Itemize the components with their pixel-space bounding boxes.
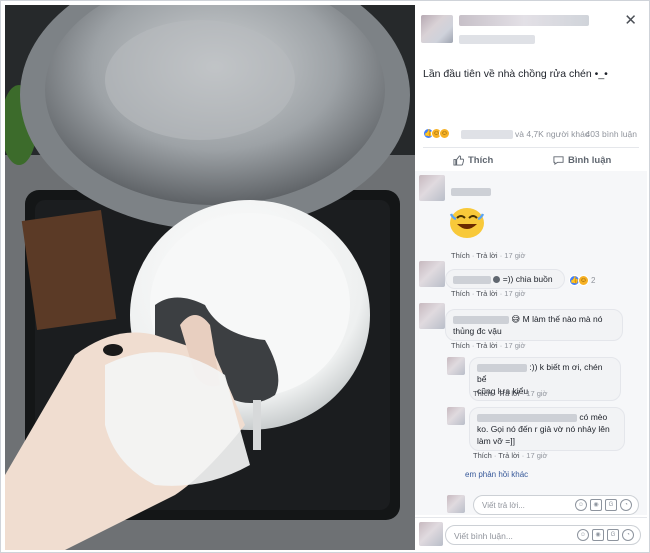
comment-icon: [553, 156, 564, 166]
reply-reply-link[interactable]: Trả lời: [498, 451, 519, 460]
comment-bubble: =)) chia buồn: [445, 269, 565, 289]
replier-avatar[interactable]: [447, 357, 465, 375]
comment-like-link[interactable]: Thích: [451, 289, 470, 298]
wow-reaction-icon: ☺: [439, 128, 450, 140]
comment-text-line1: M làm thế nào mà nó: [522, 314, 603, 324]
reply-time: 17 giờ: [526, 451, 548, 460]
comment-time: 17 giờ: [504, 251, 526, 260]
comment-meta: Thích · Trả lời · 17 giờ: [451, 289, 526, 298]
comment-reply-link[interactable]: Trả lời: [476, 341, 497, 350]
reply-text-line3: làm vỡ =]]: [477, 436, 515, 446]
comment-time: 17 giờ: [504, 341, 526, 350]
reactions-summary[interactable]: 👍☺☺ và 4,7K người khác 403 bình luận: [423, 127, 639, 143]
comment-meta: Thích · Trả lời · 17 giờ: [451, 251, 526, 260]
camera-icon[interactable]: ◉: [592, 529, 604, 541]
comment-placeholder: Viết bình luận...: [454, 531, 513, 541]
post-side-panel: ✕ Lần đầu tiên về nhà chồng rửa chén •_•…: [415, 5, 647, 550]
reply-meta: Thích · Trả lời · 17 giờ: [473, 389, 548, 398]
comment-like-link[interactable]: Thích: [451, 251, 470, 260]
sticker-icon[interactable]: ◔: [620, 499, 632, 511]
commenter-avatar[interactable]: [419, 261, 445, 287]
divider: [423, 147, 639, 148]
reply-reply-link[interactable]: Trả lời: [498, 389, 519, 398]
reply-bubble: có mèo ko. Gọi nó đến r giả vờ nó nhảy l…: [469, 407, 625, 451]
haha-reaction-icon: ☺: [578, 275, 589, 286]
reply-input-icons: ☺ ◉ G ◔: [575, 499, 632, 511]
comment-text-line2: thủng đc vậu: [453, 326, 502, 336]
reply-time: 17 giờ: [526, 389, 548, 398]
replier-name-blurred[interactable]: [477, 363, 527, 372]
comment-reply-link[interactable]: Trả lời: [476, 289, 497, 298]
comment-text: =)) chia buồn: [502, 274, 553, 284]
current-user-avatar: [419, 522, 443, 546]
post-meta-blurred: [459, 35, 535, 44]
gif-icon[interactable]: G: [607, 529, 619, 541]
comment-button[interactable]: Bình luận: [553, 155, 611, 166]
comment-count[interactable]: 403 bình luận: [585, 129, 637, 139]
post-caption: Lần đầu tiên về nhà chồng rửa chén •_•: [423, 68, 608, 80]
comment-reaction-count: 2: [591, 276, 596, 285]
post-photo[interactable]: [5, 5, 415, 550]
verified-icon: [493, 276, 501, 284]
smile-icon[interactable]: ☺: [575, 499, 587, 511]
commenter-name-blurred[interactable]: [453, 315, 509, 324]
commenter-avatar[interactable]: [419, 303, 445, 329]
dish-photo-illustration: [5, 5, 415, 550]
current-user-avatar: [447, 495, 465, 513]
reply-text-line2: ko. Gọi nó đến r giả vờ nó nhảy lên: [477, 424, 610, 434]
comment-meta: Thích · Trả lời · 17 giờ: [451, 341, 526, 350]
laughing-sticker-icon: [449, 208, 485, 238]
replier-avatar[interactable]: [447, 407, 465, 425]
comment-reply-link[interactable]: Trả lời: [476, 251, 497, 260]
reply-text-line1: có mèo: [579, 412, 608, 422]
comment-like-link[interactable]: Thích: [451, 341, 470, 350]
reply-like-link[interactable]: Thích: [473, 451, 492, 460]
comment-input[interactable]: Viết bình luận... ☺ ◉ G ◔: [445, 525, 641, 545]
view-more-replies-link[interactable]: em phản hồi khác: [465, 470, 528, 479]
reply-like-link[interactable]: Thích: [473, 389, 492, 398]
comment-label: Bình luận: [568, 155, 612, 166]
like-label: Thích: [468, 155, 494, 166]
reply-placeholder: Viết trả lời...: [482, 501, 525, 510]
comment-input-icons: ☺ ◉ G ◔: [577, 529, 634, 541]
close-icon[interactable]: ✕: [624, 13, 637, 28]
reactor-names-blurred: [461, 130, 513, 139]
camera-icon[interactable]: ◉: [590, 499, 602, 511]
sticker-icon[interactable]: ◔: [622, 529, 634, 541]
like-button[interactable]: Thích: [453, 155, 493, 166]
replier-name-blurred[interactable]: [477, 413, 577, 422]
commenter-name-blurred[interactable]: [451, 183, 491, 201]
smile-icon[interactable]: ☺: [577, 529, 589, 541]
comment-bubble: 😅 M làm thế nào mà nó thủng đc vậu: [445, 309, 623, 341]
reactions-others: và 4,7K người khác: [515, 129, 590, 139]
comment-time: 17 giờ: [504, 289, 526, 298]
commenter-avatar[interactable]: [419, 175, 445, 201]
smile-emoji-icon: 😅: [511, 314, 521, 324]
comment-composer: Viết bình luận... ☺ ◉ G ◔: [415, 517, 647, 550]
reply-meta: Thích · Trả lời · 17 giờ: [473, 451, 548, 460]
like-icon: [453, 155, 464, 166]
post-viewer: ✕ Lần đầu tiên về nhà chồng rửa chén •_•…: [0, 0, 650, 553]
gif-icon[interactable]: G: [605, 499, 617, 511]
reply-input[interactable]: Viết trả lời... ☺ ◉ G ◔: [473, 495, 639, 515]
commenter-name-blurred[interactable]: [453, 275, 491, 284]
author-avatar[interactable]: [421, 15, 453, 43]
reaction-icons: 👍☺☺: [423, 128, 450, 142]
author-name-blurred[interactable]: [459, 15, 589, 26]
comment-reactions[interactable]: 👍 ☺ 2: [569, 275, 595, 286]
